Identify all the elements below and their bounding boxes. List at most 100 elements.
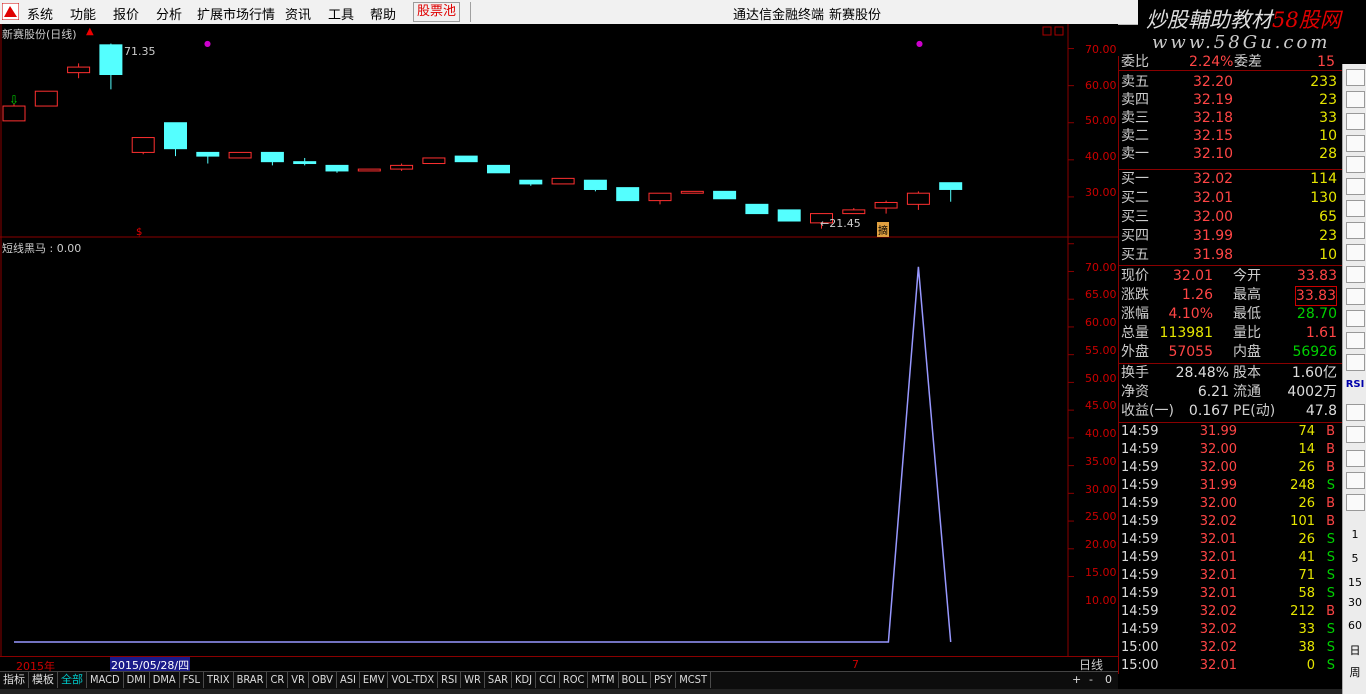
toolbar-rsi[interactable]: RSI bbox=[1343, 379, 1366, 390]
menu-function[interactable]: 功能 bbox=[70, 4, 96, 23]
toolbar-money-icon[interactable] bbox=[1346, 244, 1365, 261]
tab-indicator[interactable]: DMI bbox=[124, 672, 150, 688]
tab-indicator[interactable]: BOLL bbox=[619, 672, 651, 688]
tab-indicator[interactable]: MCST bbox=[676, 672, 712, 688]
tab-indicator[interactable]: TRIX bbox=[204, 672, 234, 688]
toolbar-30min[interactable]: 30 bbox=[1343, 596, 1366, 609]
candle-body[interactable] bbox=[422, 157, 446, 165]
toolbar-zigzag-icon[interactable] bbox=[1346, 288, 1365, 305]
candle-body[interactable] bbox=[293, 161, 317, 165]
candle-body[interactable] bbox=[519, 179, 543, 185]
toolbar-f10-doc-icon[interactable] bbox=[1346, 266, 1365, 283]
candle-body[interactable] bbox=[713, 190, 737, 200]
tab-indicator[interactable]: FSL bbox=[180, 672, 204, 688]
candle-body[interactable] bbox=[357, 168, 381, 172]
candle-body[interactable] bbox=[583, 179, 607, 190]
tab-indicator[interactable]: CR bbox=[267, 672, 289, 688]
menu-news[interactable]: 资讯 bbox=[285, 4, 311, 23]
right-arrow-icon[interactable] bbox=[1346, 494, 1365, 511]
period-label[interactable]: 日线 bbox=[1074, 656, 1118, 672]
candle-body[interactable] bbox=[745, 203, 769, 215]
tab-indicator[interactable]: VOL-TDX bbox=[388, 672, 439, 688]
menu-tools[interactable]: 工具 bbox=[328, 4, 354, 23]
toolbar-5min[interactable]: 5 bbox=[1343, 552, 1366, 565]
toolbar-60min[interactable]: 60 bbox=[1343, 619, 1366, 632]
toolbar-vol-icon[interactable] bbox=[1346, 332, 1365, 349]
tab-add-button[interactable]: + bbox=[1072, 673, 1081, 686]
tab-indicator[interactable]: PSY bbox=[651, 672, 677, 688]
candle-body[interactable] bbox=[680, 190, 704, 194]
app-logo-icon[interactable] bbox=[2, 3, 19, 20]
tab-indicator[interactable]: DMA bbox=[150, 672, 180, 688]
menu-analysis[interactable]: 分析 bbox=[156, 4, 182, 23]
toolbar-15min[interactable]: 15 bbox=[1343, 576, 1366, 589]
tab-indicator[interactable]: KDJ bbox=[512, 672, 537, 688]
tab-indicator[interactable]: OBV bbox=[309, 672, 337, 688]
date-bar: 2015年 2015/05/28/四 7 bbox=[0, 656, 1118, 673]
toolbar-arrow-up-icon[interactable] bbox=[1346, 69, 1365, 86]
toolbar-week[interactable]: 周 bbox=[1343, 664, 1366, 680]
candle-body[interactable] bbox=[196, 151, 220, 157]
tab-indicator[interactable]: CCI bbox=[536, 672, 560, 688]
menu-stock-pool[interactable]: 股票池 bbox=[413, 2, 461, 22]
candle-body[interactable] bbox=[390, 164, 414, 170]
marker-badge[interactable]: 摘 bbox=[877, 222, 889, 237]
toolbar-grid-icon[interactable] bbox=[1346, 156, 1365, 173]
menu-ext-market[interactable]: 扩展市场行情 bbox=[197, 4, 275, 23]
candle-body[interactable] bbox=[260, 151, 284, 163]
tab-indicator[interactable]: MACD bbox=[87, 672, 124, 688]
toolbar-circle-icon[interactable] bbox=[1346, 354, 1365, 371]
candle-body[interactable] bbox=[99, 44, 123, 76]
candle-body[interactable] bbox=[2, 105, 26, 122]
toolbar-1min[interactable]: 1 bbox=[1343, 528, 1366, 541]
candle-body[interactable] bbox=[906, 192, 930, 205]
tab-indicator[interactable]: 指标 bbox=[0, 672, 29, 688]
tab-indicator[interactable]: VR bbox=[288, 672, 309, 688]
toolbar-bar-chart-icon[interactable] bbox=[1346, 135, 1365, 152]
tab-indicator[interactable]: ASI bbox=[337, 672, 360, 688]
tab-indicator[interactable]: MTM bbox=[588, 672, 619, 688]
tab-zero-button[interactable]: 0 bbox=[1105, 673, 1112, 686]
tab-indicator[interactable]: WR bbox=[461, 672, 485, 688]
candle-body[interactable] bbox=[648, 192, 672, 202]
toolbar-candle-icon[interactable] bbox=[1346, 200, 1365, 217]
tab-indicator[interactable]: RSI bbox=[438, 672, 462, 688]
menu-system[interactable]: 系统 bbox=[27, 4, 53, 23]
toolbar-arrow-down-icon[interactable] bbox=[1346, 91, 1365, 108]
candle-body[interactable] bbox=[131, 137, 155, 153]
candle-body[interactable] bbox=[164, 122, 187, 150]
tab-indicator[interactable]: EMV bbox=[360, 672, 389, 688]
candle-body[interactable] bbox=[777, 209, 801, 222]
zoom-in-icon[interactable] bbox=[1346, 450, 1365, 467]
tab-remove-button[interactable]: - bbox=[1089, 673, 1093, 686]
candle-body[interactable] bbox=[551, 177, 575, 185]
toolbar-trend-icon[interactable] bbox=[1346, 426, 1365, 443]
candle-body[interactable] bbox=[228, 151, 252, 159]
toolbar-list-icon[interactable] bbox=[1346, 113, 1365, 130]
chart-svg[interactable]: ⇩ ▲ $ ● ● bbox=[0, 24, 1118, 656]
chart-area[interactable]: ⇩ ▲ $ ● ● 新赛股份(日线) 71.35 ←21.45 摘 70.00 … bbox=[0, 24, 1118, 656]
candle-body[interactable] bbox=[34, 90, 58, 107]
move-icon[interactable] bbox=[1346, 472, 1365, 489]
candle-body[interactable] bbox=[874, 201, 898, 209]
tick-time: 14:59 bbox=[1121, 442, 1159, 457]
toolbar-f9-icon[interactable] bbox=[1346, 310, 1365, 327]
candle-body[interactable] bbox=[616, 187, 640, 202]
menu-help[interactable]: 帮助 bbox=[370, 4, 396, 23]
candle-body[interactable] bbox=[454, 155, 478, 163]
tab-indicator[interactable]: ROC bbox=[560, 672, 589, 688]
toolbar-day[interactable]: 日 bbox=[1343, 642, 1366, 658]
tab-indicator[interactable]: 模板 bbox=[29, 672, 58, 688]
candle-body[interactable] bbox=[842, 209, 866, 215]
candle-body[interactable] bbox=[487, 164, 510, 174]
toolbar-f10-icon[interactable] bbox=[1346, 222, 1365, 239]
menu-quote[interactable]: 报价 bbox=[113, 4, 139, 23]
toolbar-line-chart-icon[interactable] bbox=[1346, 178, 1365, 195]
tab-indicator[interactable]: SAR bbox=[485, 672, 513, 688]
candle-body[interactable] bbox=[67, 66, 91, 74]
tab-indicator[interactable]: 全部 bbox=[58, 672, 87, 688]
candle-body[interactable] bbox=[939, 182, 963, 190]
candle-body[interactable] bbox=[325, 164, 349, 172]
toolbar-wave-icon[interactable] bbox=[1346, 404, 1365, 421]
tab-indicator[interactable]: BRAR bbox=[234, 672, 268, 688]
